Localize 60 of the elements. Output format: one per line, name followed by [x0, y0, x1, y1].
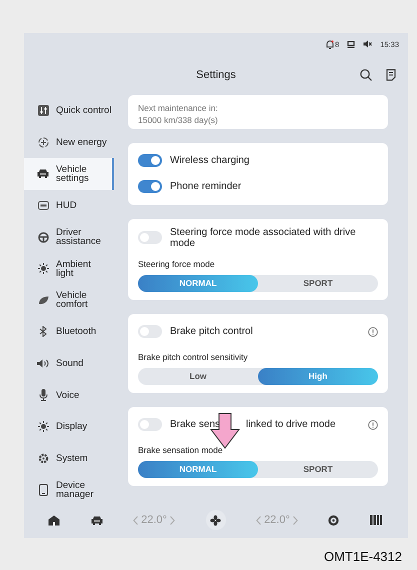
sidebar-item[interactable]: Vehicle settings	[24, 158, 114, 190]
setting-label: Brake sensation mode	[138, 444, 224, 455]
sidebar-item[interactable]: Display	[24, 410, 114, 443]
gear-icon	[38, 452, 48, 464]
temperature-value: 22.0°	[141, 514, 167, 526]
sidebar-item[interactable]: Ambient light	[24, 252, 114, 285]
toggle-label: Phone reminder	[170, 181, 242, 192]
fan-icon	[210, 514, 221, 526]
info-icon[interactable]	[368, 326, 378, 337]
toggle-switch[interactable]	[138, 325, 162, 338]
car-icon	[37, 169, 49, 178]
bars-icon[interactable]	[370, 515, 382, 525]
toggle-label: Brake pitch control	[170, 326, 254, 338]
segment-option[interactable]: SPORT	[258, 460, 378, 478]
fan-button[interactable]	[206, 510, 226, 530]
phone-icon	[38, 484, 48, 496]
toggle-switch[interactable]	[138, 180, 162, 194]
toggle-switch[interactable]	[138, 418, 162, 432]
speaker-icon	[37, 359, 49, 368]
bell-icon[interactable]	[326, 40, 334, 48]
sun-icon	[38, 421, 48, 432]
ring-icon[interactable]	[328, 514, 340, 526]
temperature-value: 22.0°	[264, 514, 290, 526]
steering-wheel-icon	[38, 232, 48, 243]
sun-icon	[38, 263, 48, 274]
microphone-icon	[38, 389, 48, 402]
hud-icon	[38, 201, 48, 210]
muted-speaker-icon	[363, 40, 372, 48]
bluetooth-icon	[39, 326, 47, 338]
sidebar-item[interactable]: Quick control	[24, 95, 114, 127]
home-icon[interactable]	[48, 514, 60, 526]
sidebar-item[interactable]: Sound	[24, 348, 114, 380]
setting-label: Steering force mode	[138, 258, 216, 269]
sidebar-item[interactable]: Bluetooth	[24, 316, 114, 348]
toggle-label: Wireless charging	[170, 155, 250, 166]
leaf-icon	[38, 296, 48, 305]
sidebar-item[interactable]: Voice	[24, 379, 114, 411]
toggle-label: linked to drive mode	[246, 419, 336, 430]
toggle-switch[interactable]	[138, 231, 162, 244]
segment-option[interactable]: SPORT	[258, 274, 378, 292]
figure-code: OMT1E-4312	[322, 548, 403, 564]
toggle-label: Steering force mode associated with drive mode	[170, 226, 357, 249]
maintenance-text: 15000 km/338 day(s)	[138, 114, 219, 127]
sidebar-item[interactable]: Driver assistance	[24, 221, 114, 253]
car-icon[interactable]	[90, 516, 103, 524]
maintenance-text: Next maintenance in:	[138, 103, 219, 115]
page-title: Settings	[196, 69, 236, 81]
search-icon[interactable]	[360, 69, 372, 81]
sidebar-item[interactable]: HUD	[24, 190, 114, 222]
plus-circle-icon	[38, 136, 48, 148]
sliders-icon	[38, 105, 48, 116]
sidebar-item[interactable]: New energy	[24, 126, 114, 158]
info-icon[interactable]	[368, 420, 378, 430]
sidebar-item[interactable]: Device manager	[24, 474, 114, 506]
notes-icon[interactable]	[386, 69, 396, 81]
toggle-switch[interactable]	[138, 154, 162, 168]
segment-option[interactable]: Low	[138, 368, 258, 385]
sidebar-item[interactable]: System	[24, 442, 114, 474]
sidebar-item[interactable]: Vehicle comfort	[24, 284, 114, 316]
setting-label: Brake pitch control sensitivity	[138, 352, 249, 362]
